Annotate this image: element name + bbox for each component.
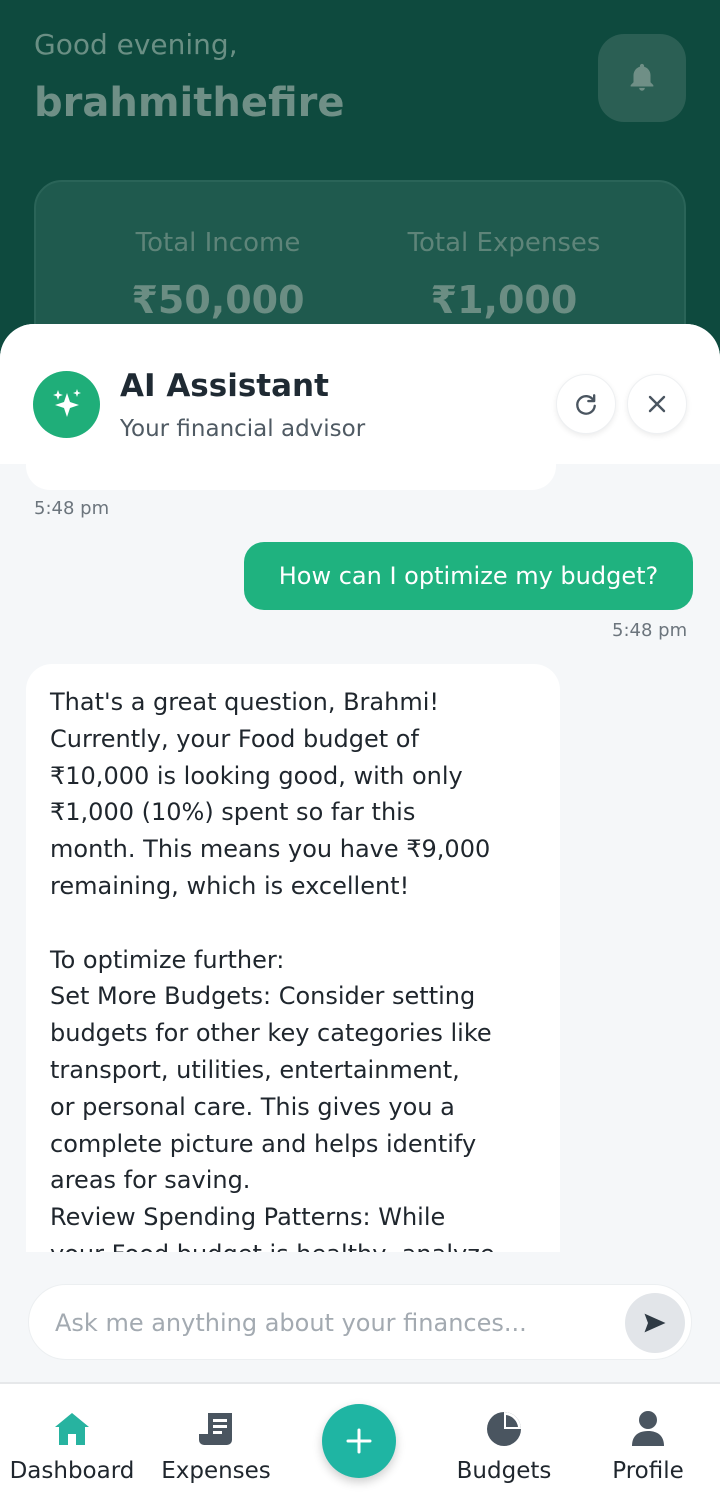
send-button[interactable] <box>625 1293 685 1353</box>
close-icon <box>648 395 666 413</box>
user-icon <box>632 1411 664 1446</box>
ai-avatar <box>33 371 100 438</box>
nav-dashboard-label: Dashboard <box>9 1458 135 1484</box>
nav-budgets[interactable]: Budgets <box>432 1384 576 1495</box>
assistant-message-text: That's a great question, Brahmi! Current… <box>50 688 495 1252</box>
chat-input[interactable] <box>55 1303 615 1343</box>
add-expense-button[interactable] <box>322 1404 396 1478</box>
user-message-text: How can I optimize my budget? <box>278 562 659 590</box>
total-income-value: ₹50,000 <box>131 278 305 322</box>
send-icon <box>644 1313 666 1333</box>
previous-message-bubble <box>26 464 556 490</box>
nav-budgets-label: Budgets <box>456 1458 552 1484</box>
message-timestamp: 5:48 pm <box>34 498 110 519</box>
total-expenses-label: Total Expenses <box>407 228 601 258</box>
total-income-label: Total Income <box>135 228 301 258</box>
nav-dashboard[interactable]: Dashboard <box>0 1384 144 1495</box>
nav-expenses[interactable]: Expenses <box>144 1384 288 1495</box>
message-list[interactable]: 5:48 pm How can I optimize my budget? 5:… <box>0 464 720 1252</box>
home-icon <box>55 1413 89 1445</box>
total-expenses-value: ₹1,000 <box>430 278 578 322</box>
chat-header: AI Assistant Your financial advisor <box>0 324 720 464</box>
assistant-message-bubble: That's a great question, Brahmi! Current… <box>26 664 560 1252</box>
chat-subtitle: Your financial advisor <box>120 416 366 442</box>
greeting-text: Good evening, <box>34 28 238 61</box>
user-message-bubble: How can I optimize my budget? <box>244 542 693 610</box>
username-text: brahmithefire <box>34 80 345 126</box>
pie-chart-icon <box>487 1412 521 1446</box>
plus-icon <box>346 1428 372 1454</box>
chat-input-area <box>0 1252 720 1382</box>
nav-profile[interactable]: Profile <box>576 1384 720 1495</box>
nav-expenses-label: Expenses <box>161 1458 271 1484</box>
notifications-button[interactable] <box>598 34 686 122</box>
nav-profile-label: Profile <box>612 1458 684 1484</box>
receipt-icon <box>199 1413 232 1445</box>
chat-title: AI Assistant <box>120 368 329 404</box>
chat-input-box <box>28 1284 692 1360</box>
dashboard-background: Good evening, brahmithefire Total Income… <box>0 0 720 380</box>
sparkles-icon <box>52 388 81 417</box>
ai-assistant-sheet: AI Assistant Your financial advisor 5:48… <box>0 324 720 1382</box>
refresh-icon <box>576 394 596 415</box>
user-message-timestamp: 5:48 pm <box>612 620 688 641</box>
refresh-button[interactable] <box>556 374 616 434</box>
close-button[interactable] <box>627 374 687 434</box>
bell-icon <box>630 63 654 91</box>
